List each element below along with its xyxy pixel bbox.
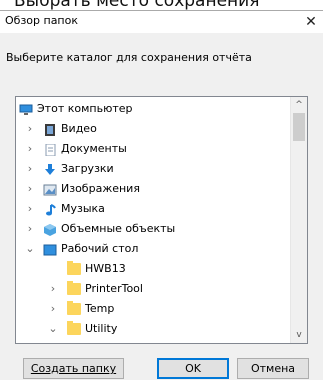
tree-item-label: Объемные объекты (61, 222, 176, 235)
tree-item-label: Загрузки (61, 162, 114, 175)
computer-icon (19, 103, 33, 115)
background-caption: Выбрать место сохранения (14, 0, 260, 10)
scroll-up-arrow-icon[interactable]: ^ (291, 97, 307, 113)
tree-item-desktop[interactable]: ⌄ Рабочий стол (16, 239, 293, 259)
tree-item-label: Этот компьютер (37, 102, 133, 115)
3d-objects-icon (43, 223, 57, 236)
tree-item-documents[interactable]: › Документы (16, 139, 293, 159)
tree-item-label: Temp (85, 302, 115, 315)
chevron-right-icon[interactable]: › (47, 279, 59, 299)
tree-item-video[interactable]: › Видео (16, 119, 293, 139)
chevron-right-icon[interactable]: › (24, 179, 36, 199)
tree-item-label: PrinterTool (85, 282, 143, 295)
tree-item-music[interactable]: › Музыка (16, 199, 293, 219)
desktop-icon (43, 243, 57, 256)
new-folder-button[interactable]: Создать папку (23, 358, 124, 379)
documents-icon (43, 143, 57, 157)
scroll-down-arrow-icon[interactable]: v (291, 327, 307, 343)
tree-item-label: Музыка (61, 202, 105, 215)
tree-scrollbar[interactable]: ^ v (290, 97, 307, 343)
tree-item-3d-objects[interactable]: › Объемные объекты (16, 219, 293, 239)
folder-icon (67, 261, 81, 275)
tree-item-hwb13[interactable]: HWB13 (16, 259, 293, 279)
tree-item-utility[interactable]: ⌄ Utility (16, 319, 293, 339)
scroll-thumb[interactable] (293, 113, 305, 141)
video-icon (43, 123, 57, 136)
downloads-icon (43, 163, 57, 175)
tree-item-label: Видео (61, 122, 97, 135)
images-icon (43, 183, 57, 196)
dialog-prompt: Выберите каталог для сохранения отчёта (6, 51, 252, 64)
folder-tree[interactable]: Этот компьютер › Видео › Документы › Заг… (15, 96, 308, 344)
dialog-title: Обзор папок (5, 14, 78, 27)
ok-button[interactable]: OK (157, 358, 229, 379)
chevron-right-icon[interactable]: › (24, 199, 36, 219)
tree-item-this-pc[interactable]: Этот компьютер (16, 99, 293, 119)
tree-item-temp[interactable]: › Temp (16, 299, 293, 319)
tree-item-label: Рабочий стол (61, 242, 139, 255)
tree-item-label: HWB13 (85, 262, 126, 275)
chevron-down-icon[interactable]: ⌄ (47, 319, 59, 339)
browse-folder-dialog: Обзор папок ✕ Выберите каталог для сохра… (0, 10, 323, 380)
chevron-right-icon[interactable]: › (24, 159, 36, 179)
tree-item-label: Документы (61, 142, 127, 155)
folder-icon (67, 321, 81, 335)
chevron-right-icon[interactable]: › (24, 119, 36, 139)
chevron-right-icon[interactable]: › (24, 219, 36, 239)
cancel-button[interactable]: Отмена (237, 358, 309, 379)
new-folder-label: Создать папку (30, 362, 117, 375)
tree-item-images[interactable]: › Изображения (16, 179, 293, 199)
tree-item-label: Изображения (61, 182, 140, 195)
chevron-right-icon[interactable]: › (47, 299, 59, 319)
tree-item-downloads[interactable]: › Загрузки (16, 159, 293, 179)
chevron-right-icon[interactable]: › (24, 139, 36, 159)
chevron-down-icon[interactable]: ⌄ (24, 239, 36, 259)
title-bar: Обзор папок ✕ (0, 11, 323, 33)
tree-item-label: Utility (85, 322, 118, 335)
music-icon (43, 203, 57, 216)
tree-item-printertool[interactable]: › PrinterTool (16, 279, 293, 299)
folder-icon (67, 301, 81, 315)
folder-icon (67, 281, 81, 295)
close-button[interactable]: ✕ (299, 11, 323, 33)
